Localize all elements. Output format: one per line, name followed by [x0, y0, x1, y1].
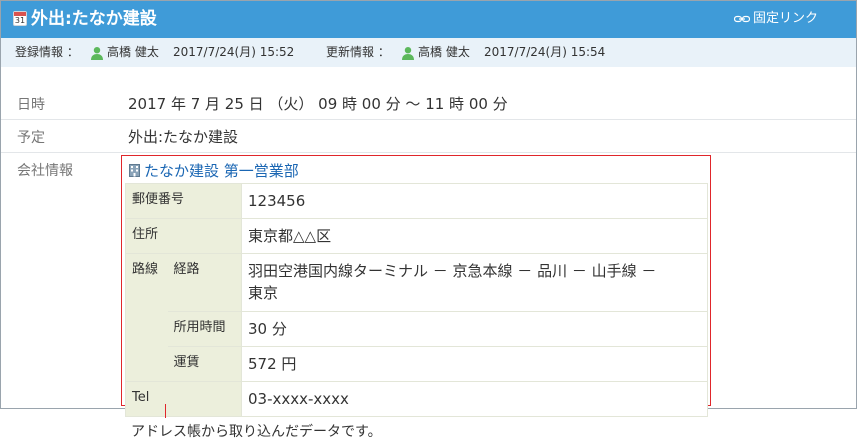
route-label: 路線 [125, 253, 168, 382]
address-label: 住所 [125, 218, 242, 254]
fare-value: 572 円 [241, 346, 708, 382]
meta-bar: 登録情報 ： 高橋 健太 2017/7/24(月) 15:52 更新情報 ： 高… [1, 38, 856, 67]
plan-value: 外出:たなか建設 [128, 128, 239, 146]
datetime-value: 2017 年 7 月 25 日 （火） 09 時 00 分 ～ 11 時 00 … [128, 95, 508, 113]
table-row: 郵便番号 123456 [125, 183, 708, 219]
fare-label: 運賃 [167, 346, 242, 382]
table-row: 住所 東京都△△区 [125, 218, 708, 254]
table-row: Tel 03-xxxx-xxxx [125, 381, 708, 417]
building-icon [129, 164, 140, 177]
plan-label: 予定 [17, 130, 45, 146]
user-icon [91, 47, 103, 60]
calendar-icon: 31 [13, 11, 27, 26]
page-title: 外出:たなか建設 [31, 9, 157, 29]
updated-user[interactable]: 高橋 健太 [418, 38, 470, 67]
schedule-panel: 31 外出:たなか建設 固定リンク 登録情報 ： 高橋 健太 2017/7/24… [0, 0, 857, 417]
company-label: 会社情報 [17, 163, 73, 179]
route-line-1: 羽田空港国内線ターミナル － 京急本線 － 品川 － 山手線 － [248, 262, 657, 280]
registered-label: 登録情報 ： [15, 45, 79, 59]
user-icon [402, 47, 414, 60]
company-info-table: 郵便番号 123456 住所 東京都△△区 路線 経路 羽田空港国内線ターミナル… [125, 183, 708, 417]
company-name-link[interactable]: たなか建設 第一営業部 [144, 160, 299, 181]
updated-label: 更新情報 ： [326, 45, 390, 59]
callout-caption: アドレス帳から取り込んだデータです。 [131, 424, 382, 440]
table-row: 運賃 572 円 [126, 346, 708, 382]
registered-datetime: 2017/7/24(月) 15:52 [173, 45, 295, 59]
tel-value: 03-xxxx-xxxx [241, 381, 708, 417]
route-sub-label: 経路 [167, 253, 242, 312]
divider [1, 119, 856, 120]
postal-label: 郵便番号 [125, 183, 242, 219]
fixed-link[interactable]: 固定リンク [753, 10, 818, 28]
datetime-label: 日時 [17, 97, 45, 113]
address-value: 東京都△△区 [241, 218, 708, 254]
postal-value: 123456 [241, 183, 708, 219]
route-value: 羽田空港国内線ターミナル － 京急本線 － 品川 － 山手線 － 東京 [241, 253, 708, 312]
tel-label: Tel [125, 381, 242, 417]
registered-user[interactable]: 高橋 健太 [107, 38, 159, 67]
duration-label: 所用時間 [167, 311, 242, 347]
updated-datetime: 2017/7/24(月) 15:54 [484, 45, 606, 59]
route-line-2: 東京 [248, 284, 279, 302]
link-icon[interactable] [734, 15, 750, 23]
table-row: 所用時間 30 分 [126, 311, 708, 347]
divider [1, 152, 856, 153]
table-row: 路線 経路 羽田空港国内線ターミナル － 京急本線 － 品川 － 山手線 － 東… [125, 253, 708, 382]
duration-value: 30 分 [241, 311, 708, 347]
callout-line [165, 404, 166, 418]
header-bar: 31 外出:たなか建設 固定リンク [1, 1, 856, 38]
